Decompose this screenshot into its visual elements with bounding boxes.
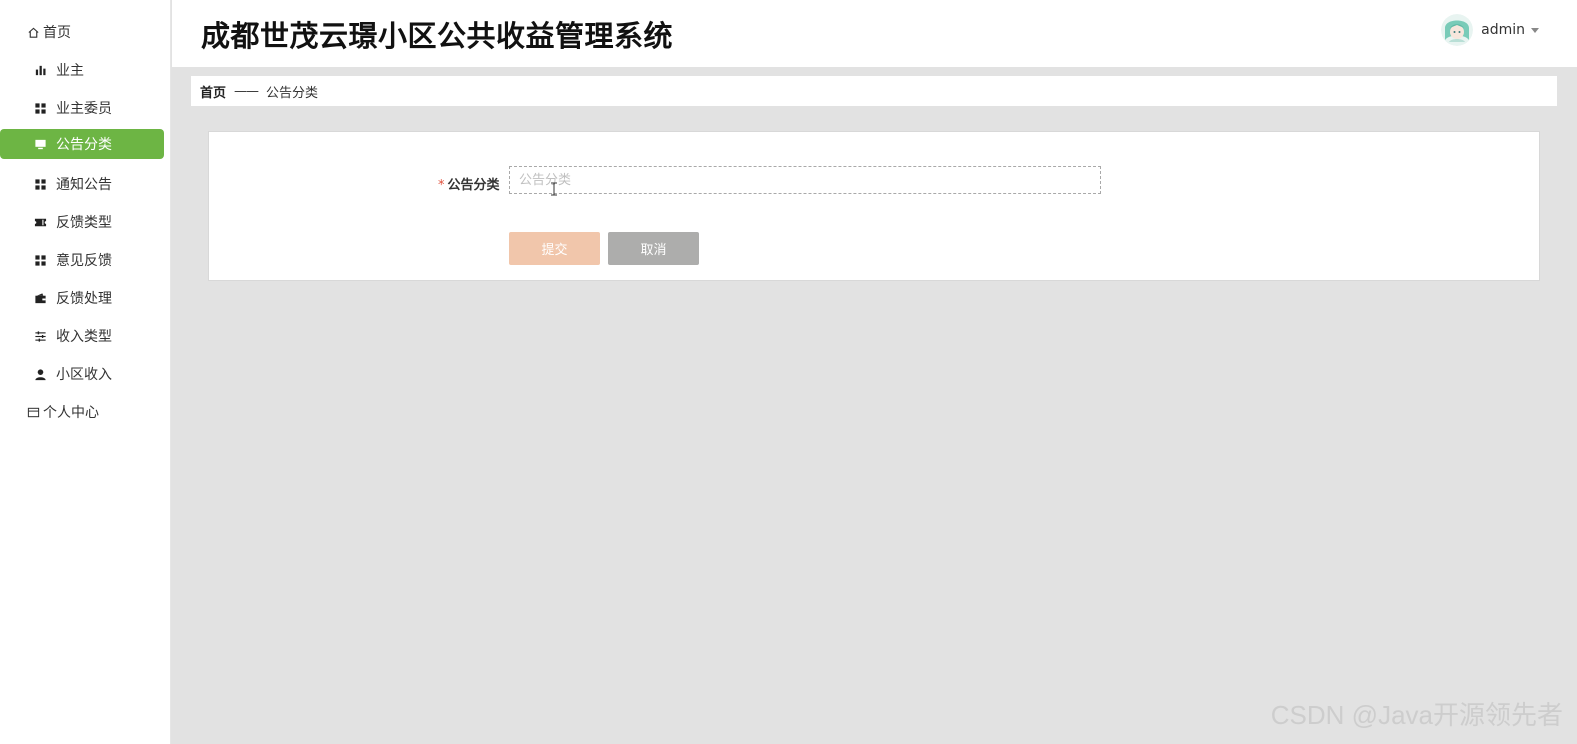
cancel-button[interactable]: 取消 [608, 232, 699, 265]
sidebar-item-feedback-handling[interactable]: 反馈处理 [0, 283, 164, 313]
form-card: *公告分类 提交 取消 [208, 131, 1540, 281]
submit-button[interactable]: 提交 [509, 232, 600, 265]
grid-icon [33, 101, 47, 115]
top-header: 成都世茂云璟小区公共收益管理系统 admin [172, 0, 1577, 67]
ticket-icon [33, 215, 47, 229]
wallet-icon [33, 291, 47, 305]
breadcrumb-home[interactable]: 首页 [200, 82, 226, 101]
sidebar-item-community-income[interactable]: 小区收入 [0, 359, 164, 389]
sidebar-item-label: 个人中心 [43, 405, 99, 421]
sidebar-item-owner-committee[interactable]: 业主委员 [0, 93, 164, 123]
sidebar-item-label: 反馈类型 [56, 215, 112, 231]
breadcrumb: 首页 —— 公告分类 [191, 76, 1557, 106]
sidebar-item-label: 小区收入 [56, 367, 112, 383]
sidebar-item-label: 意见反馈 [56, 253, 112, 269]
sidebar-item-notices[interactable]: 通知公告 [0, 169, 164, 199]
required-mark: * [438, 178, 445, 193]
notice-category-label: * 公告分类 [438, 174, 500, 193]
sidebar-item-label: 收入类型 [56, 329, 112, 345]
monitor-icon [33, 137, 47, 151]
user-icon [33, 367, 47, 381]
grid-icon [33, 253, 47, 267]
sidebar-item-label: 首页 [43, 25, 71, 41]
sidebar: 首页 业主 业主委员 公告分类 通知公告 反馈类型 意见反馈 反馈处理 收入类型… [0, 0, 171, 744]
sidebar-item-label: 通知公告 [56, 177, 112, 193]
username[interactable]: admin [1481, 22, 1525, 38]
sidebar-item-label: 公告分类 [56, 137, 112, 153]
avatar[interactable] [1441, 14, 1474, 46]
breadcrumb-current: 公告分类 [266, 85, 319, 101]
bar-chart-icon [33, 63, 47, 77]
sidebar-item-owner[interactable]: 业主 [0, 55, 164, 85]
sidebar-item-notice-category[interactable]: 公告分类 [0, 129, 164, 159]
user-menu[interactable]: admin [1441, 14, 1539, 46]
card-icon [26, 405, 40, 419]
chevron-down-icon[interactable] [1531, 27, 1539, 33]
watermark: CSDN @Java开源领先者 [1270, 700, 1563, 730]
sidebar-item-feedback-type[interactable]: 反馈类型 [0, 207, 164, 237]
breadcrumb-separator: —— [234, 83, 259, 99]
sidebar-item-label: 反馈处理 [56, 291, 112, 307]
sidebar-item-feedback[interactable]: 意见反馈 [0, 245, 164, 275]
notice-category-input[interactable] [509, 166, 1101, 194]
home-icon [26, 25, 40, 39]
sidebar-item-personal-center[interactable]: 个人中心 [0, 397, 164, 427]
app-title: 成都世茂云璟小区公共收益管理系统 [201, 19, 674, 53]
text-cursor-icon [551, 182, 557, 196]
sidebar-item-income-type[interactable]: 收入类型 [0, 321, 164, 351]
notice-category-label-text: 公告分类 [447, 178, 500, 193]
sidebar-item-label: 业主 [56, 63, 84, 79]
grid-icon [33, 177, 47, 191]
sidebar-item-home[interactable]: 首页 [0, 17, 164, 47]
sidebar-item-label: 业主委员 [56, 101, 112, 117]
sliders-icon [33, 329, 47, 343]
